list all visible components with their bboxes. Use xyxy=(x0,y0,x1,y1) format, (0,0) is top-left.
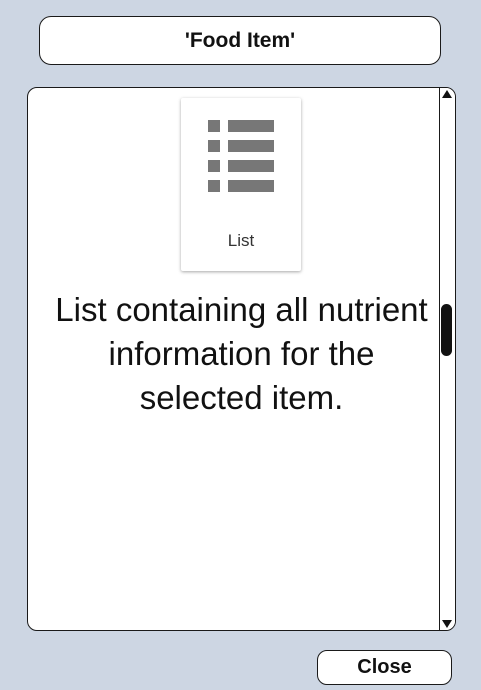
vertical-scrollbar[interactable] xyxy=(439,88,455,630)
scroll-thumb[interactable] xyxy=(441,304,452,356)
list-tile[interactable]: List xyxy=(181,98,301,271)
description-text: List containing all nutrient information… xyxy=(55,291,428,416)
scroll-down-arrow-icon[interactable] xyxy=(442,620,452,628)
content-panel: List List containing all nutrient inform… xyxy=(27,87,456,631)
list-icon xyxy=(208,120,274,192)
close-button[interactable]: Close xyxy=(317,650,452,685)
tile-label: List xyxy=(227,231,255,250)
dialog-title: 'Food Item' xyxy=(39,16,441,65)
scroll-up-arrow-icon[interactable] xyxy=(442,90,452,98)
